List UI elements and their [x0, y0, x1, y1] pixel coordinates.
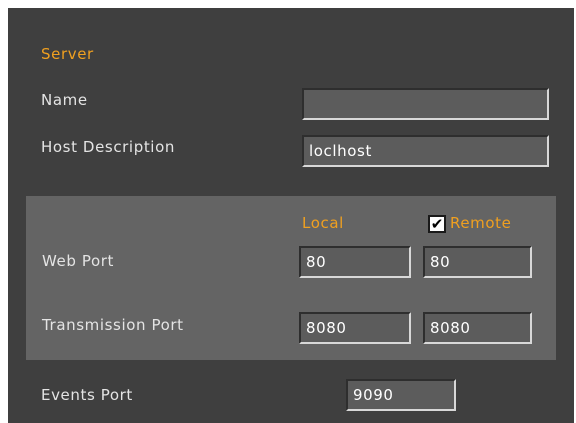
remote-column-header: Remote	[450, 214, 512, 232]
name-label: Name	[41, 91, 88, 109]
web-port-remote-field[interactable]: 80	[423, 246, 532, 278]
transmission-port-label: Transmission Port	[42, 316, 184, 334]
local-column-header: Local	[302, 214, 344, 232]
server-settings-panel: Server Name Host Description loclhost Lo…	[8, 8, 574, 423]
web-port-local-field[interactable]: 80	[299, 246, 411, 278]
transmission-port-remote-field[interactable]: 8080	[423, 312, 532, 344]
transmission-port-local-field[interactable]: 8080	[299, 312, 411, 344]
events-port-label: Events Port	[41, 386, 133, 404]
server-section-heading: Server	[41, 45, 94, 63]
host-description-field[interactable]: loclhost	[302, 135, 549, 167]
remote-checkbox[interactable]: ✔	[428, 215, 446, 233]
name-field[interactable]	[302, 88, 549, 120]
web-port-label: Web Port	[42, 252, 115, 270]
events-port-field[interactable]: 9090	[346, 379, 456, 411]
ports-group: Local ✔ Remote Web Port 80 80 Transmissi…	[26, 196, 556, 360]
host-description-label: Host Description	[41, 138, 175, 156]
